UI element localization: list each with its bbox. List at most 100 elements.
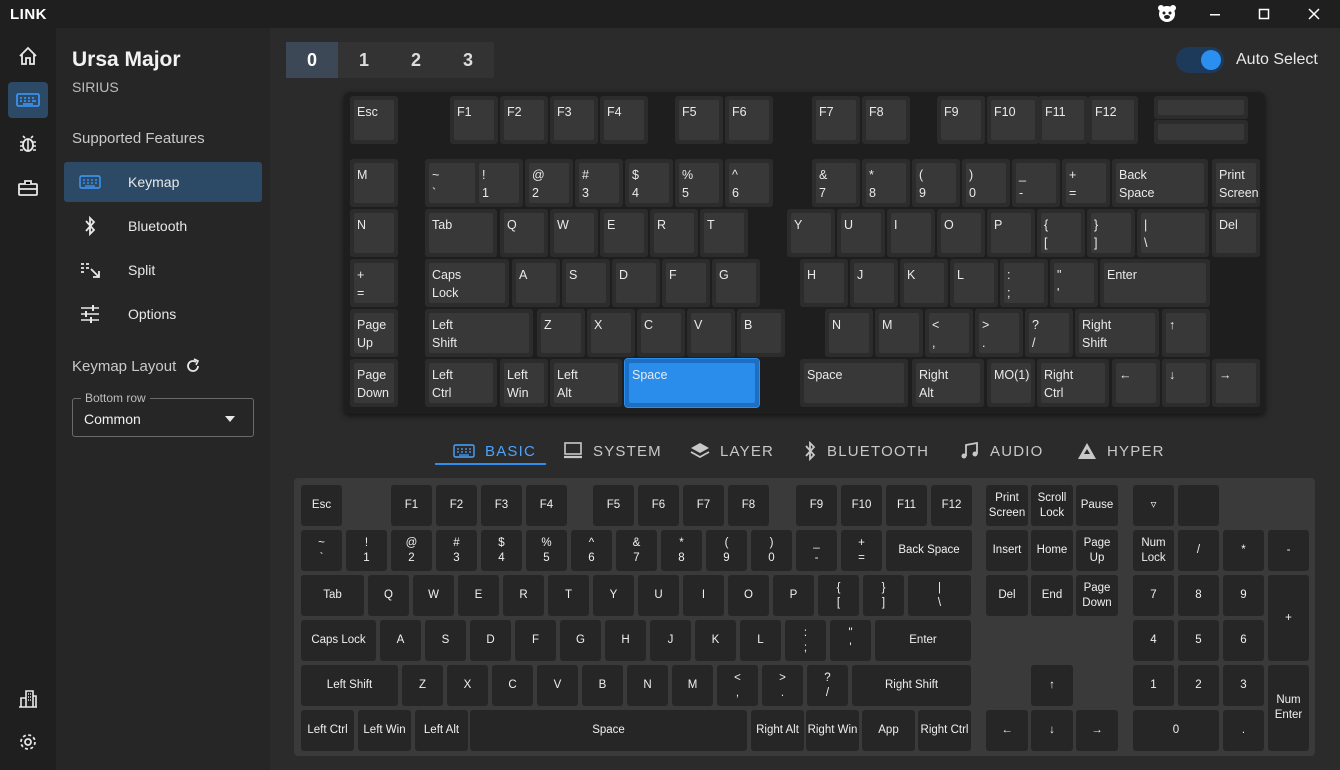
palette-key[interactable]: ! 1 xyxy=(346,530,387,571)
keymap-key[interactable]: S xyxy=(562,259,610,307)
palette-key[interactable]: Back Space xyxy=(886,530,972,571)
palette-key[interactable]: F xyxy=(515,620,556,661)
keymap-key[interactable]: { [ xyxy=(1037,209,1085,257)
palette-key[interactable]: Tab xyxy=(301,575,364,616)
layer-tab-3[interactable]: 3 xyxy=(442,42,494,78)
keymap-key[interactable]: Space xyxy=(800,359,908,407)
palette-key[interactable]: ← xyxy=(986,710,1028,751)
keymap-key[interactable]: B xyxy=(737,309,785,357)
palette-key[interactable]: ▿ xyxy=(1133,485,1174,526)
keymap-key[interactable]: # 3 xyxy=(575,159,623,207)
keymap-key[interactable]: Left Ctrl xyxy=(425,359,497,407)
keymap-key[interactable]: F6 xyxy=(725,96,773,144)
palette-key[interactable]: E xyxy=(458,575,499,616)
palette-key[interactable]: . xyxy=(1223,710,1264,751)
palette-key[interactable]: ( 9 xyxy=(706,530,747,571)
keymap-key[interactable]: < , xyxy=(925,309,973,357)
palette-key[interactable]: Z xyxy=(402,665,443,706)
keymap-key[interactable]: * 8 xyxy=(862,159,910,207)
palette-key[interactable]: @ 2 xyxy=(391,530,432,571)
tab-layer[interactable]: LAYER xyxy=(690,436,774,466)
keymap-key[interactable]: F7 xyxy=(812,96,860,144)
keymap-key[interactable]: Enter xyxy=(1100,259,1210,307)
keymap-key[interactable]: F9 xyxy=(937,96,985,144)
tab-hyper[interactable]: HYPER xyxy=(1077,436,1165,466)
palette-key[interactable]: → xyxy=(1076,710,1118,751)
keymap-key[interactable]: " ' xyxy=(1050,259,1098,307)
keymap-key[interactable]: U xyxy=(837,209,885,257)
keymap-key[interactable]: A xyxy=(512,259,560,307)
keymap-key[interactable]: Left Shift xyxy=(425,309,533,357)
sidebar-item-bluetooth[interactable]: Bluetooth xyxy=(64,206,262,246)
palette-key[interactable]: 3 xyxy=(1223,665,1264,706)
keymap-key[interactable]: H xyxy=(800,259,848,307)
keymap-key[interactable]: + = xyxy=(350,259,398,307)
keymap-key[interactable]: O xyxy=(937,209,985,257)
keymap-key[interactable]: Y xyxy=(787,209,835,257)
keymap-key[interactable]: Right Alt xyxy=(912,359,984,407)
keymap-key[interactable]: MO(1) xyxy=(987,359,1035,407)
palette-key[interactable]: O xyxy=(728,575,769,616)
palette-key[interactable]: F3 xyxy=(481,485,522,526)
palette-key[interactable]: Del xyxy=(986,575,1028,616)
palette-key[interactable]: Right Win xyxy=(806,710,859,751)
palette-key[interactable]: Caps Lock xyxy=(301,620,376,661)
palette-key[interactable]: { [ xyxy=(818,575,859,616)
palette-key[interactable]: T xyxy=(548,575,589,616)
palette-key[interactable]: M xyxy=(672,665,713,706)
keymap-key[interactable]: ← xyxy=(1112,359,1160,407)
keymap-key[interactable]: ↓ xyxy=(1162,359,1210,407)
keymap-blank-key[interactable] xyxy=(1154,96,1248,119)
home-button[interactable] xyxy=(8,38,48,74)
palette-key[interactable]: Left Win xyxy=(358,710,411,751)
palette-key[interactable]: ↑ xyxy=(1031,665,1073,706)
debug-button[interactable] xyxy=(8,126,48,162)
palette-key[interactable]: Num Enter xyxy=(1268,665,1309,751)
layer-tab-0[interactable]: 0 xyxy=(286,42,338,78)
palette-key[interactable]: C xyxy=(492,665,533,706)
layer-tab-2[interactable]: 2 xyxy=(390,42,442,78)
palette-key[interactable]: 6 xyxy=(1223,620,1264,661)
palette-key[interactable]: 1 xyxy=(1133,665,1174,706)
keymap-key[interactable]: % 5 xyxy=(675,159,723,207)
palette-key[interactable]: * 8 xyxy=(661,530,702,571)
keymap-key[interactable]: F3 xyxy=(550,96,598,144)
palette-key[interactable]: F4 xyxy=(526,485,567,526)
palette-key[interactable]: Insert xyxy=(986,530,1028,571)
palette-key[interactable]: Home xyxy=(1031,530,1073,571)
palette-key[interactable]: Y xyxy=(593,575,634,616)
palette-key[interactable]: J xyxy=(650,620,691,661)
layer-tab-1[interactable]: 1 xyxy=(338,42,390,78)
bottom-row-select[interactable]: Bottom row Common xyxy=(72,391,254,437)
keymap-key[interactable]: F4 xyxy=(600,96,648,144)
keymap-key[interactable]: K xyxy=(900,259,948,307)
keymap-key[interactable]: Back Space xyxy=(1112,159,1208,207)
palette-key[interactable]: " ' xyxy=(830,620,871,661)
palette-key[interactable]: F5 xyxy=(593,485,634,526)
keymap-key[interactable]: W xyxy=(550,209,598,257)
settings-button[interactable] xyxy=(8,724,48,760)
palette-key[interactable]: Q xyxy=(368,575,409,616)
palette-key[interactable]: ? / xyxy=(807,665,848,706)
keymap-key[interactable]: _ - xyxy=(1012,159,1060,207)
palette-key[interactable]: L xyxy=(740,620,781,661)
palette-key[interactable]: > . xyxy=(762,665,803,706)
refresh-icon[interactable] xyxy=(184,357,202,375)
keymap-key[interactable]: ( 9 xyxy=(912,159,960,207)
palette-key[interactable]: V xyxy=(537,665,578,706)
keymap-key[interactable]: Space xyxy=(624,358,760,408)
palette-key[interactable]: F8 xyxy=(728,485,769,526)
palette-key[interactable]: ~ ` xyxy=(301,530,342,571)
sidebar-item-options[interactable]: Options xyxy=(64,294,262,334)
minimize-button[interactable] xyxy=(1192,0,1238,28)
keymap-key[interactable]: D xyxy=(612,259,660,307)
palette-key[interactable]: U xyxy=(638,575,679,616)
palette-key[interactable]: Right Shift xyxy=(852,665,971,706)
keymap-key[interactable]: F10 xyxy=(987,96,1039,144)
keymap-key[interactable]: → xyxy=(1212,359,1260,407)
tab-basic[interactable]: BASIC xyxy=(453,436,536,466)
palette-key[interactable]: F12 xyxy=(931,485,972,526)
palette-key[interactable]: End xyxy=(1031,575,1073,616)
keymap-key[interactable]: Del xyxy=(1212,209,1260,257)
palette-key[interactable]: % 5 xyxy=(526,530,567,571)
